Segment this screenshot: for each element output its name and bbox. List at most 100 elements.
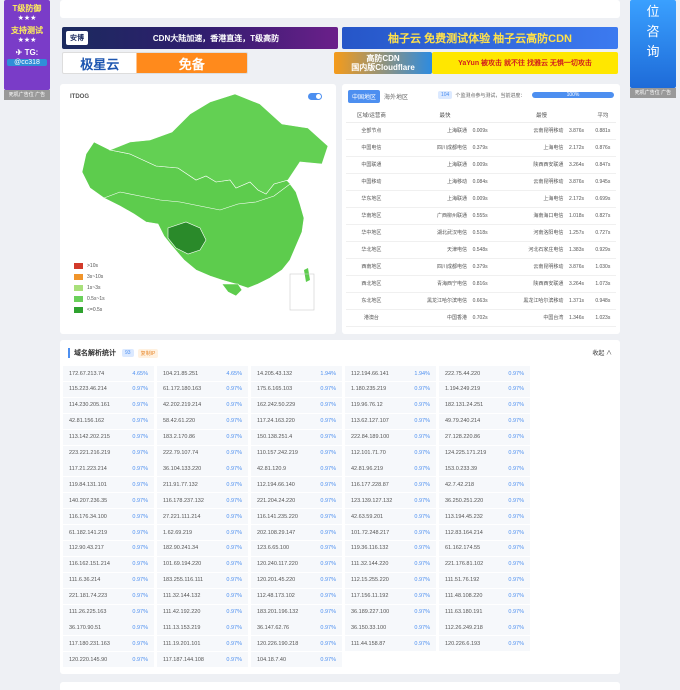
dns-ip-cell[interactable]: 119.84.131.101 0.97% [63,477,154,493]
dns-ip-cell[interactable]: 42.63.59.201 0.97% [345,509,436,525]
side-ad-left[interactable]: T级防御 ★★★ 支持测试 ★★★ ✈ TG: @cc318 [4,0,50,90]
dns-ip-cell[interactable]: 140.207.236.35 0.97% [63,493,154,509]
dns-ip-cell[interactable]: 101.69.194.220 0.97% [157,556,248,572]
dns-ip-cell[interactable]: 42.81.120.9 0.97% [251,461,342,477]
dns-ip-cell[interactable]: 117.180.231.163 0.97% [63,636,154,652]
dns-ip-cell[interactable]: 120.226.190.218 0.97% [251,636,342,652]
dns-ip-cell[interactable]: 202.108.29.147 0.97% [251,525,342,540]
dns-ip-cell[interactable]: 61.172.180.163 0.97% [157,381,248,397]
dns-ip-cell[interactable]: 116.178.237.132 0.97% [157,493,248,509]
banner-youziyun[interactable]: 柚子云 免费测试体验 柚子云高防CDN [342,27,618,49]
dns-ip-cell[interactable]: 111.42.192.220 0.97% [157,604,248,620]
dns-ip-cell[interactable]: 114.230.205.161 0.97% [63,397,154,413]
dns-ip-cell[interactable]: 182.131.24.251 0.97% [439,397,530,413]
dns-ip-cell[interactable]: 162.242.50.229 0.97% [251,397,342,413]
dns-ip-cell[interactable]: 112.90.43.217 0.97% [63,540,154,556]
dns-ip-cell[interactable]: 36.250.251.220 0.97% [439,493,530,509]
dns-ip-cell[interactable]: 111.44.158.87 0.97% [345,636,436,652]
dns-ip-cell[interactable]: 222.84.189.100 0.97% [345,429,436,445]
dns-ip-cell[interactable]: 150.138.251.4 0.97% [251,429,342,445]
dns-ip-cell[interactable]: 223.221.216.219 0.97% [63,445,154,461]
dns-ip-cell[interactable]: 36.147.62.76 0.97% [251,620,342,636]
dns-ip-cell[interactable]: 113.62.127.107 0.97% [345,413,436,429]
dns-ip-cell[interactable]: 119.36.116.132 0.97% [345,540,436,556]
dns-ip-cell[interactable]: 117.24.163.220 0.97% [251,413,342,429]
dns-ip-cell[interactable]: 36.104.133.220 0.97% [157,461,248,477]
dns-ip-cell[interactable]: 112.83.164.214 0.97% [439,525,530,540]
dns-ip-cell[interactable]: 36.150.33.100 0.97% [345,620,436,636]
dns-ip-cell[interactable]: 112.15.255.220 0.97% [345,572,436,588]
dns-ip-cell[interactable]: 172.67.213.74 4.65% [63,366,154,381]
dns-ip-cell[interactable]: 116.177.228.87 0.97% [345,477,436,493]
dns-ip-cell[interactable]: 104.21.85.251 4.65% [157,366,248,381]
dns-ip-cell[interactable]: 42.7.42.218 0.97% [439,477,530,493]
dns-ip-cell[interactable]: 111.13.153.219 0.97% [157,620,248,636]
dns-ip-cell[interactable]: 14.205.43.132 1.94% [251,366,342,381]
dns-ip-cell[interactable]: 61.162.174.55 0.97% [439,540,530,556]
dns-ip-cell[interactable]: 123.139.127.132 0.97% [345,493,436,509]
dns-ip-cell[interactable]: 120.226.6.193 0.97% [439,636,530,652]
dns-ip-cell[interactable]: 104.18.7.40 0.97% [251,652,342,668]
dns-ip-cell[interactable]: 123.6.65.100 0.97% [251,540,342,556]
dns-ip-cell[interactable]: 115.223.46.214 0.97% [63,381,154,397]
banner-cdn[interactable]: 高防CDN 国内版Cloudflare [334,52,432,74]
dns-ip-cell[interactable]: 42.81.96.219 0.97% [345,461,436,477]
dns-ip-cell[interactable]: 113.194.45.232 0.97% [439,509,530,525]
dns-ip-cell[interactable]: 116.162.151.214 0.97% [63,556,154,572]
dns-ip-cell[interactable]: 61.182.141.219 0.97% [63,525,154,540]
dns-ip-cell[interactable]: 111.6.36.214 0.97% [63,572,154,588]
dns-ip-cell[interactable]: 58.42.61.220 0.97% [157,413,248,429]
banner-jixingyun[interactable]: 极星云 免备 [62,52,248,74]
dns-ip-cell[interactable]: 1.194.249.219 0.97% [439,381,530,397]
dns-ip-cell[interactable]: 27.221.111.214 0.97% [157,509,248,525]
dns-ip-cell[interactable]: 1.62.69.219 0.97% [157,525,248,540]
dns-ip-cell[interactable]: 222.75.44.220 0.97% [439,366,530,381]
dns-ip-cell[interactable]: 49.79.240.214 0.97% [439,413,530,429]
dns-ip-cell[interactable]: 27.128.220.86 0.97% [439,429,530,445]
dns-ip-cell[interactable]: 153.0.233.39 0.97% [439,461,530,477]
dns-ip-cell[interactable]: 112.194.66.141 1.94% [345,366,436,381]
banner-yayun[interactable]: YaYun 被攻击 就不往 找雅云 无惧一切攻击 [432,52,618,74]
dns-ip-cell[interactable]: 101.72.248.217 0.97% [345,525,436,540]
dns-ip-cell[interactable]: 116.141.235.220 0.97% [251,509,342,525]
dns-ip-cell[interactable]: 36.170.90.51 0.97% [63,620,154,636]
dns-ip-cell[interactable]: 222.79.107.74 0.97% [157,445,248,461]
dns-ip-cell[interactable]: 117.21.223.214 0.97% [63,461,154,477]
dns-ip-cell[interactable]: 182.90.241.34 0.97% [157,540,248,556]
dns-ip-cell[interactable]: 111.51.76.192 0.97% [439,572,530,588]
dns-ip-cell[interactable]: 111.48.108.220 0.97% [439,588,530,604]
side-ad-right[interactable]: 位 咨 询 [630,0,676,88]
collapse-button[interactable]: 收起 ∧ [592,348,612,357]
dns-ip-cell[interactable]: 110.157.242.219 0.97% [251,445,342,461]
dns-ip-cell[interactable]: 111.19.201.101 0.97% [157,636,248,652]
dns-ip-cell[interactable]: 183.2.170.86 0.97% [157,429,248,445]
dns-ip-cell[interactable]: 120.220.145.90 0.97% [63,652,154,668]
dns-ip-cell[interactable]: 221.181.74.223 0.97% [63,588,154,604]
dns-ip-cell[interactable]: 36.189.227.100 0.97% [345,604,436,620]
dns-ip-cell[interactable]: 120.201.45.220 0.97% [251,572,342,588]
dns-ip-cell[interactable]: 211.91.77.132 0.97% [157,477,248,493]
dns-ip-cell[interactable]: 111.32.144.132 0.97% [157,588,248,604]
dns-ip-cell[interactable]: 120.240.117.220 0.97% [251,556,342,572]
tab-overseas[interactable]: 海外地区 [380,90,412,103]
copy-ip-button[interactable]: 复制IP [137,348,159,358]
dns-ip-cell[interactable]: 116.176.34.100 0.97% [63,509,154,525]
dns-ip-cell[interactable]: 221.176.81.102 0.97% [439,556,530,572]
dns-ip-cell[interactable]: 42.202.219.214 0.97% [157,397,248,413]
dns-ip-cell[interactable]: 112.101.71.70 0.97% [345,445,436,461]
dns-ip-cell[interactable]: 117.156.11.192 0.97% [345,588,436,604]
dns-ip-cell[interactable]: 183.201.196.132 0.97% [251,604,342,620]
dns-ip-cell[interactable]: 111.26.225.163 0.97% [63,604,154,620]
dns-ip-cell[interactable]: 175.6.165.103 0.97% [251,381,342,397]
dns-ip-cell[interactable]: 112.26.249.218 0.97% [439,620,530,636]
dns-ip-cell[interactable]: 124.225.171.219 0.97% [439,445,530,461]
dns-ip-cell[interactable]: 221.204.24.220 0.97% [251,493,342,509]
dns-ip-cell[interactable]: 112.194.66.140 0.97% [251,477,342,493]
dns-ip-cell[interactable]: 117.187.144.108 0.97% [157,652,248,668]
dns-ip-cell[interactable]: 1.180.235.219 0.97% [345,381,436,397]
dns-ip-cell[interactable]: 119.96.76.12 0.97% [345,397,436,413]
banner-anbo[interactable]: 安博 CDN大陆加速，香港直连，T级高防 [62,27,338,49]
dns-ip-cell[interactable]: 111.63.180.191 0.97% [439,604,530,620]
dns-ip-cell[interactable]: 111.32.144.220 0.97% [345,556,436,572]
dns-ip-cell[interactable]: 42.81.156.162 0.97% [63,413,154,429]
